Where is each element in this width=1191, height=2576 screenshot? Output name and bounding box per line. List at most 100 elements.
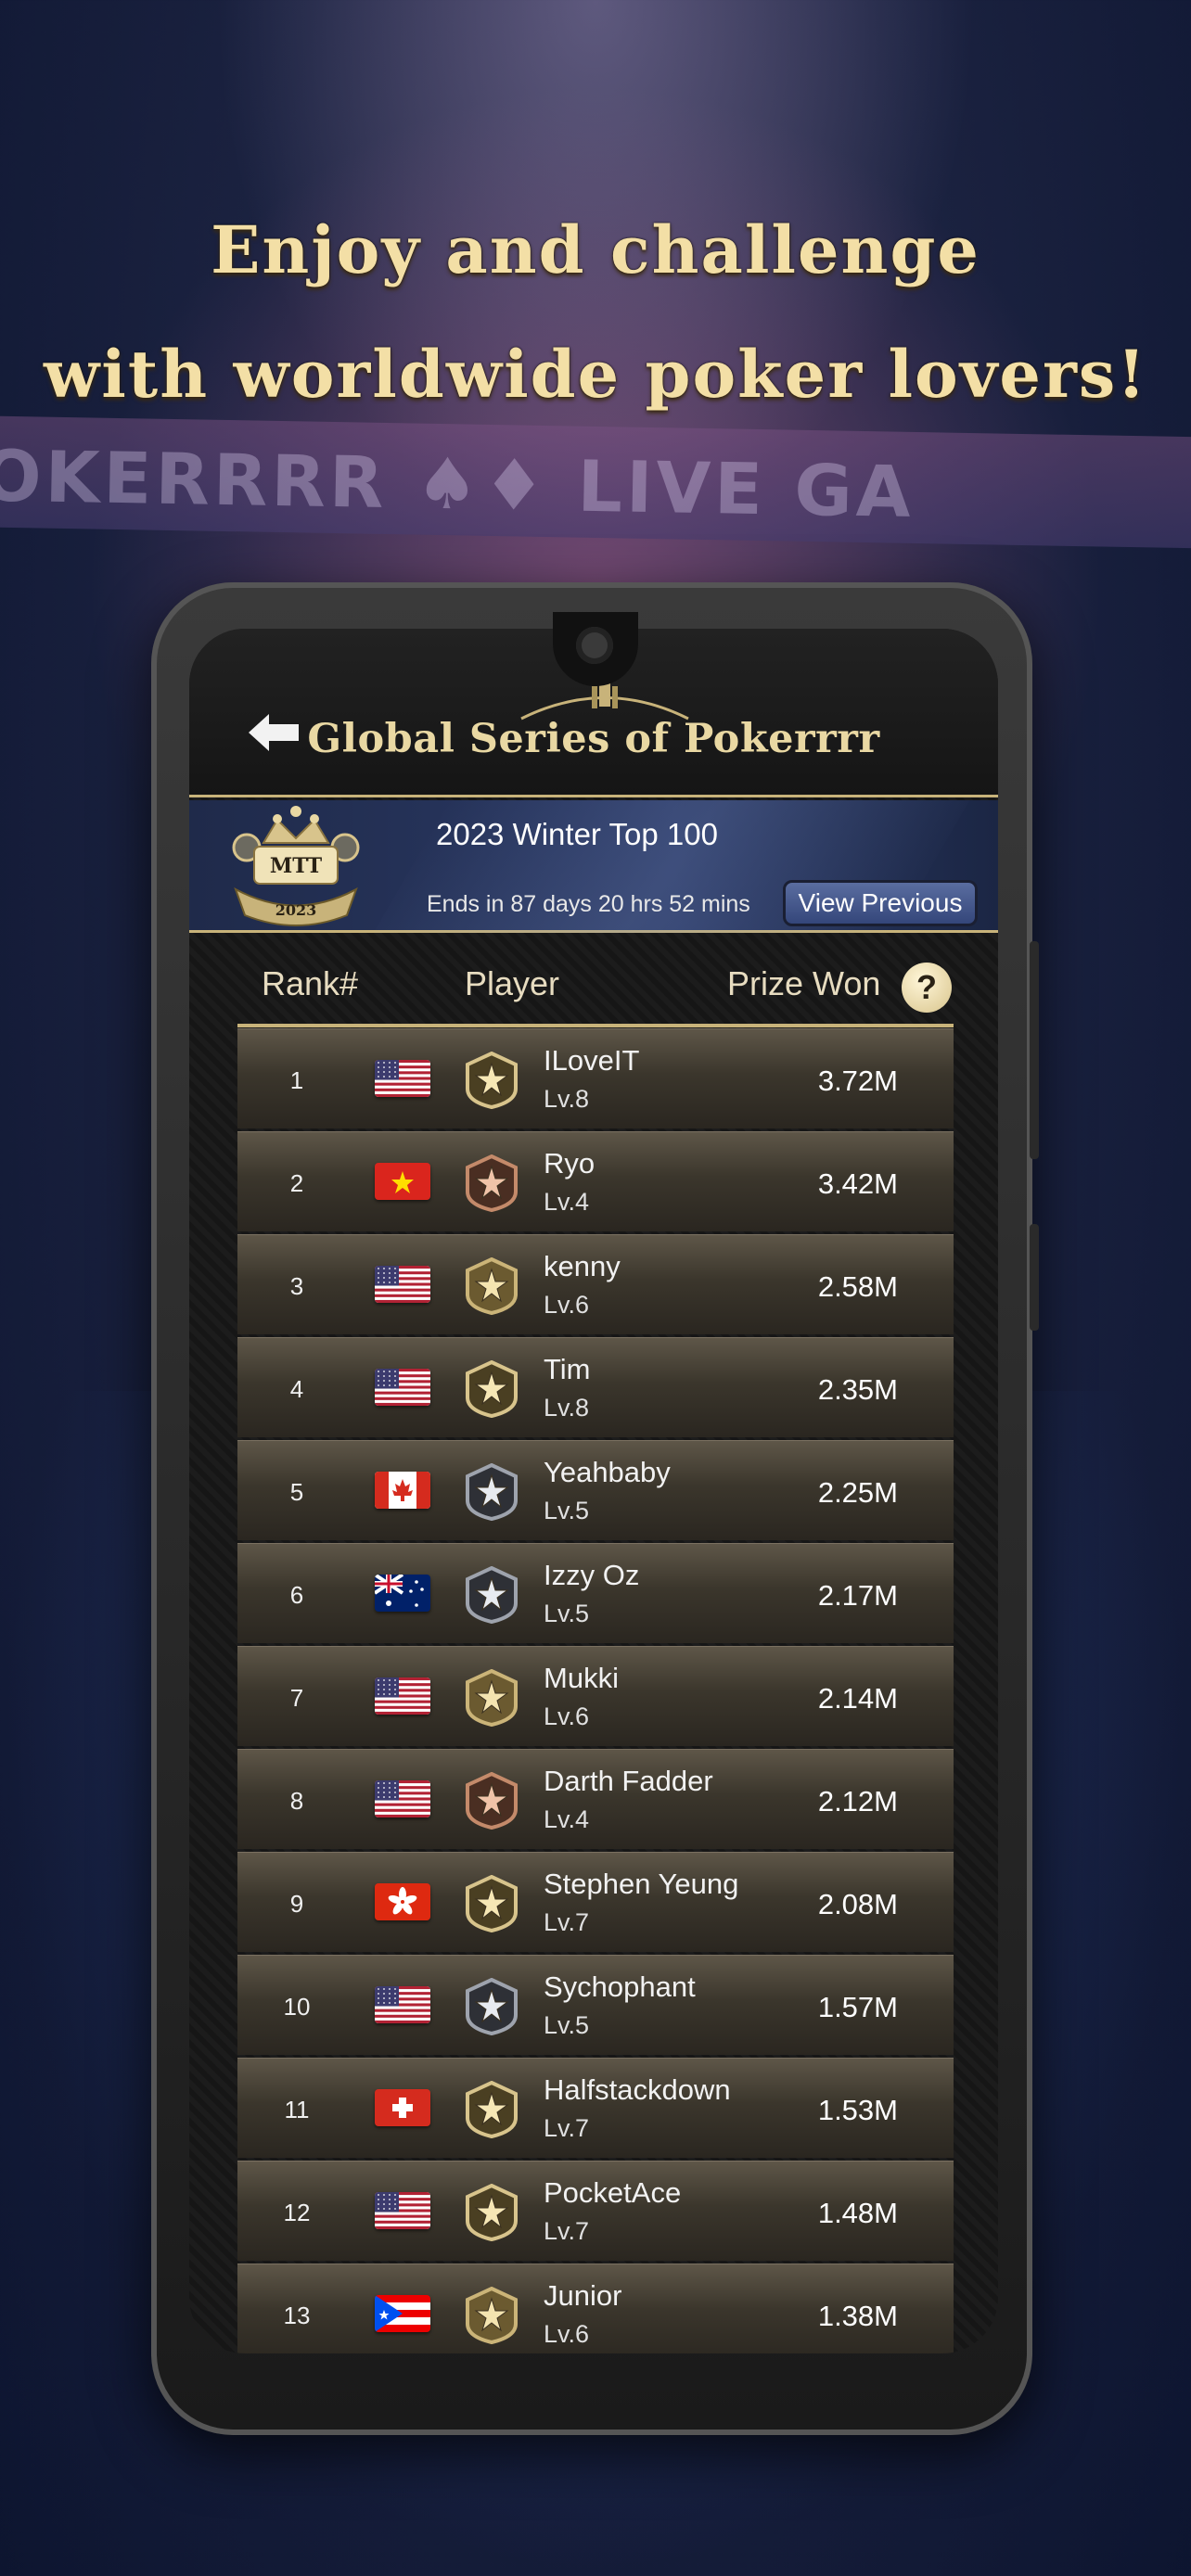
player-name[interactable]: PocketAce	[544, 2176, 681, 2210]
column-header-player: Player	[465, 964, 560, 1002]
flag-ca-icon	[375, 1472, 430, 1509]
player-name[interactable]: Stephen Yeung	[544, 1868, 738, 1901]
level-gold-dark-badge-icon	[464, 1051, 519, 1110]
player-name[interactable]: Sychophant	[544, 1970, 696, 2004]
level-gold-badge-icon	[464, 1668, 519, 1728]
leaderboard-row[interactable]: 3 kenny Lv.6 2.58M	[237, 1234, 954, 1334]
player-level: Lv.6	[544, 1702, 590, 1730]
prize-won: 2.14M	[817, 1682, 898, 1715]
flag-au-icon	[375, 1575, 430, 1612]
player-name[interactable]: Ryo	[544, 1147, 595, 1180]
prize-won: 2.12M	[817, 1785, 898, 1817]
leaderboard-row[interactable]: 6 Izzy Oz Lv.5 2.17M	[237, 1543, 954, 1643]
promo-headline-1: Enjoy and challenge	[211, 211, 980, 288]
level-gold-dark-badge-icon	[464, 1874, 519, 1933]
column-header-rank: Rank#	[262, 964, 359, 1002]
player-level: Lv.7	[544, 2114, 590, 2142]
leaderboard-row[interactable]: 1 ILoveIT Lv.8 3.72M	[237, 1028, 954, 1129]
player-level: Lv.6	[544, 1291, 590, 1319]
leaderboard-row[interactable]: 4 Tim Lv.8 2.35M	[237, 1337, 954, 1437]
leaderboard-row[interactable]: 10 Sychophant Lv.5 1.57M	[237, 1955, 954, 2055]
row-rank: 5	[289, 1478, 304, 1506]
player-name[interactable]: Darth Fadder	[544, 1765, 713, 1798]
season-countdown: Ends in 87 days 20 hrs 52 mins	[427, 891, 750, 917]
leaderboard-row[interactable]: 8 Darth Fadder Lv.4 2.12M	[237, 1749, 954, 1849]
row-rank: 6	[289, 1581, 304, 1609]
level-silver-badge-icon	[464, 1565, 519, 1625]
leaderboard-row[interactable]: 2 Ryo Lv.4 3.42M	[237, 1131, 954, 1231]
row-rank: 12	[283, 2199, 311, 2226]
flag-vn-icon	[375, 1163, 430, 1200]
prize-won: 1.38M	[817, 2300, 898, 2332]
leaderboard-row[interactable]: 7 Mukki Lv.6 2.14M	[237, 1646, 954, 1746]
level-gold-dark-badge-icon	[464, 1359, 519, 1419]
flag-us-icon	[375, 1266, 430, 1303]
player-level: Lv.5	[544, 1600, 590, 1627]
flag-us-icon	[375, 1677, 430, 1715]
row-rank: 2	[289, 1169, 304, 1197]
player-name[interactable]: Yeahbaby	[544, 1456, 671, 1489]
column-header-prize: Prize Won	[727, 964, 881, 1002]
flag-us-icon	[375, 1780, 430, 1817]
player-level: Lv.7	[544, 1908, 590, 1936]
prize-won: 1.57M	[817, 1991, 898, 2023]
flag-us-icon	[375, 2192, 430, 2229]
player-name[interactable]: Halfstackdown	[544, 2073, 731, 2107]
level-gold-dark-badge-icon	[464, 2080, 519, 2139]
prize-won: 2.17M	[817, 1579, 898, 1612]
player-name[interactable]: Junior	[544, 2279, 621, 2313]
mtt-badge-year: 2023	[275, 901, 317, 919]
phone-screen: Global Series of Pokerrrr MTT 2023 2023 …	[189, 629, 998, 2353]
row-rank: 8	[289, 1787, 304, 1815]
leaderboard-row[interactable]: 11 Halfstackdown Lv.7 1.53M	[237, 2058, 954, 2158]
flag-us-icon	[375, 1060, 430, 1097]
prize-won: 2.35M	[817, 1373, 898, 1406]
level-bronze-badge-icon	[464, 1154, 519, 1213]
level-gold-badge-icon	[464, 2286, 519, 2345]
flag-us-icon	[375, 1986, 430, 2023]
level-gold-badge-icon	[464, 1256, 519, 1316]
row-rank: 9	[289, 1890, 304, 1918]
promo-headline-2: with worldwide poker lovers!	[44, 336, 1147, 413]
leaderboard-row[interactable]: 9 Stephen Yeung Lv.7 2.08M	[237, 1852, 954, 1952]
leaderboard-row[interactable]: 12 PocketAce Lv.7 1.48M	[237, 2161, 954, 2261]
phone-power-button	[1030, 1224, 1039, 1331]
prize-won: 2.25M	[817, 1476, 898, 1509]
prize-won: 1.48M	[817, 2197, 898, 2229]
flag-hk-icon	[375, 1883, 430, 1920]
mtt-badge-icon: MTT 2023	[232, 806, 360, 926]
app-title: Global Series of Pokerrrr	[307, 716, 880, 762]
player-name[interactable]: Tim	[544, 1353, 591, 1386]
player-level: Lv.4	[544, 1188, 590, 1216]
prize-won: 1.53M	[817, 2094, 898, 2126]
phone-volume-button	[1030, 941, 1039, 1159]
background-banner: OKERRRR ♠♦ LIVE GA	[0, 415, 1191, 549]
prize-won: 3.42M	[817, 1167, 898, 1200]
row-rank: 1	[289, 1066, 304, 1094]
level-bronze-badge-icon	[464, 1771, 519, 1830]
player-level: Lv.4	[544, 1805, 590, 1833]
season-banner: MTT 2023 2023 Winter Top 100 Ends in 87 …	[189, 800, 998, 933]
row-rank: 3	[289, 1272, 304, 1300]
mtt-badge-label: MTT	[270, 854, 323, 878]
player-level: Lv.5	[544, 1497, 590, 1524]
flag-ch-icon	[375, 2089, 430, 2126]
view-previous-button[interactable]: View Previous	[783, 880, 978, 926]
leaderboard-row[interactable]: 5 Yeahbaby Lv.5 2.25M	[237, 1440, 954, 1540]
player-name[interactable]: kenny	[544, 1250, 621, 1283]
season-name: 2023 Winter Top 100	[436, 817, 718, 851]
row-rank: 10	[283, 1993, 311, 2021]
leaderboard-row[interactable]: 13 Junior Lv.6 1.38M	[237, 2264, 954, 2353]
player-name[interactable]: Izzy Oz	[544, 1559, 639, 1592]
level-silver-badge-icon	[464, 1977, 519, 2036]
row-rank: 11	[284, 2096, 310, 2123]
prize-won: 2.08M	[817, 1888, 898, 1920]
help-icon[interactable]: ?	[902, 963, 952, 1013]
player-name[interactable]: Mukki	[544, 1662, 619, 1695]
prize-won: 2.58M	[817, 1270, 898, 1303]
flag-us-icon	[375, 1369, 430, 1406]
player-name[interactable]: ILoveIT	[544, 1044, 639, 1078]
flag-pr-icon	[375, 2295, 430, 2332]
level-silver-badge-icon	[464, 1462, 519, 1522]
row-rank: 7	[289, 1684, 304, 1712]
